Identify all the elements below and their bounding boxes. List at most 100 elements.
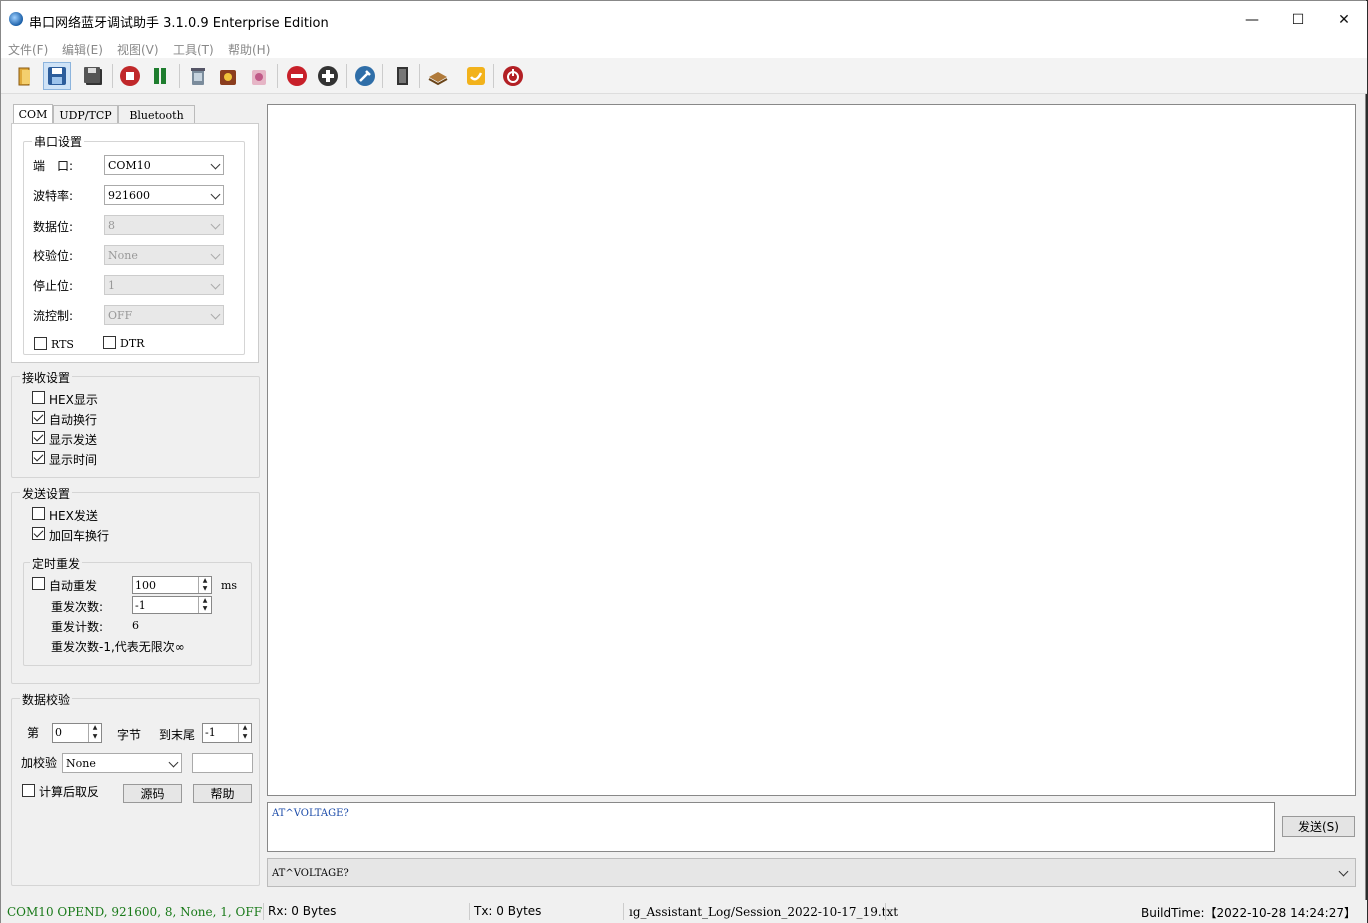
menu-edit[interactable]: 编辑(E) (62, 41, 103, 58)
stopbits-value: 1 (108, 279, 115, 292)
resend-note: 重发次数-1,代表无限次∞ (51, 640, 185, 654)
stopbits-select[interactable]: 1 (104, 275, 224, 295)
databits-select[interactable]: 8 (104, 215, 224, 235)
com-tab-page: 串口设置 端 口: COM10 波特率: 921600 数据位: 8 校验位: … (11, 123, 259, 363)
chevron-down-icon (210, 159, 221, 170)
invert-checkbox[interactable] (22, 784, 35, 797)
menu-help[interactable]: 帮助(H) (228, 41, 270, 58)
rts-label: RTS (51, 338, 74, 351)
checksum-group: 数据校验 第 0 ▲ ▼ 字节 到末尾 -1 ▲ ▼ 加校验 None 计算后取反 源码… (11, 691, 260, 886)
door-icon[interactable] (388, 62, 416, 90)
toolbar-separator (346, 64, 347, 88)
toolbar-separator (419, 64, 420, 88)
show-send-label: 显示发送 (49, 433, 98, 447)
source-button[interactable]: 源码 (123, 784, 182, 803)
baud-value: 921600 (108, 189, 150, 202)
from-value: 0 (55, 726, 62, 739)
menu-tools[interactable]: 工具(T) (173, 41, 214, 58)
check-type-value: None (66, 757, 96, 770)
check-type-select[interactable]: None (62, 753, 182, 773)
remove-icon[interactable] (283, 62, 311, 90)
baud-select[interactable]: 921600 (104, 185, 224, 205)
send-textarea[interactable]: AT^VOLTAGE? (267, 802, 1275, 852)
parity-select[interactable]: None (104, 245, 224, 265)
power-icon[interactable] (499, 62, 527, 90)
about-icon[interactable] (462, 62, 490, 90)
check-result-field[interactable] (192, 753, 253, 773)
send-history-select[interactable]: AT^VOLTAGE? (267, 858, 1356, 887)
book-icon[interactable] (424, 62, 452, 90)
flow-label: 流控制: (33, 309, 74, 323)
toolbar-separator (112, 64, 113, 88)
tab-bluetooth[interactable]: Bluetooth (118, 105, 195, 124)
spin-down-icon[interactable]: ▼ (88, 733, 101, 742)
show-time-label: 显示时间 (49, 453, 98, 467)
count-label: 重发次数: (51, 600, 104, 614)
tab-com[interactable]: COM (13, 104, 53, 124)
to-end-value: -1 (205, 726, 216, 739)
dtr-label: DTR (120, 337, 145, 350)
flow-select[interactable]: OFF (104, 305, 224, 325)
counter-label: 重发计数: (51, 620, 104, 634)
auto-resend-label: 自动重发 (49, 579, 98, 593)
spin-down-icon[interactable]: ▼ (238, 733, 251, 742)
send-button[interactable]: 发送(S) (1282, 816, 1355, 837)
hex-display-label: HEX显示 (49, 393, 98, 407)
auto-resend-checkbox[interactable] (32, 577, 45, 590)
show-send-checkbox[interactable] (32, 431, 45, 444)
status-bar: COM10 OPEND, 921600, 8, None, 1, OFF Rx:… (1, 900, 1367, 923)
spin-up-icon[interactable]: ▲ (88, 724, 101, 733)
checksum-help-button[interactable]: 帮助 (193, 784, 252, 803)
dtr-checkbox[interactable] (103, 336, 116, 349)
byte-label: 字节 (117, 728, 142, 742)
tab-udp-tcp[interactable]: UDP/TCP (53, 105, 118, 124)
hex-display-checkbox[interactable] (32, 391, 45, 404)
recycle-icon[interactable] (214, 62, 242, 90)
open-icon[interactable] (11, 62, 39, 90)
toolbar-separator (179, 64, 180, 88)
pause-icon[interactable] (146, 62, 174, 90)
parity-label: 校验位: (33, 249, 74, 263)
hex-send-checkbox[interactable] (32, 507, 45, 520)
spin-up-icon[interactable]: ▲ (238, 724, 251, 733)
counter-value: 6 (132, 619, 139, 632)
send-history-value: AT^VOLTAGE? (272, 868, 349, 879)
close-button[interactable]: ✕ (1321, 1, 1367, 38)
settings-icon[interactable] (351, 62, 379, 90)
from-label: 第 (27, 726, 40, 740)
clear-icon[interactable] (245, 62, 273, 90)
count-stepper[interactable]: -1 ▲ ▼ (132, 596, 212, 614)
rx-count: Rx: 0 Bytes (268, 904, 337, 918)
stopbits-label: 停止位: (33, 279, 74, 293)
maximize-button[interactable]: ☐ (1275, 1, 1321, 38)
save-all-icon[interactable] (79, 62, 107, 90)
from-stepper[interactable]: 0 ▲ ▼ (52, 723, 102, 743)
port-select[interactable]: COM10 (104, 155, 224, 175)
status-separator (885, 903, 886, 920)
show-time-checkbox[interactable] (32, 451, 45, 464)
menu-file[interactable]: 文件(F) (8, 41, 48, 58)
flow-value: OFF (108, 309, 133, 322)
auto-wrap-checkbox[interactable] (32, 411, 45, 424)
spin-up-icon[interactable]: ▲ (198, 597, 211, 605)
receive-textarea[interactable] (267, 104, 1356, 796)
send-settings-title: 发送设置 (20, 485, 73, 502)
to-end-stepper[interactable]: -1 ▲ ▼ (202, 723, 252, 743)
save-icon[interactable] (43, 62, 71, 90)
spin-down-icon[interactable]: ▼ (198, 585, 211, 593)
spin-up-icon[interactable]: ▲ (198, 577, 211, 585)
trash-icon[interactable] (184, 62, 212, 90)
rts-checkbox[interactable] (34, 337, 47, 350)
stop-icon[interactable] (116, 62, 144, 90)
menu-view[interactable]: 视图(V) (117, 41, 159, 58)
spin-down-icon[interactable]: ▼ (198, 605, 211, 613)
title-bar: 串口网络蓝牙调试助手 3.1.0.9 Enterprise Edition — … (1, 1, 1367, 38)
add-check-label: 加校验 (21, 756, 58, 770)
minimize-button[interactable]: — (1229, 1, 1275, 38)
add-icon[interactable] (314, 62, 342, 90)
auto-wrap-label: 自动换行 (49, 413, 98, 427)
chevron-down-icon (210, 249, 221, 260)
status-separator (263, 903, 264, 920)
add-crlf-checkbox[interactable] (32, 527, 45, 540)
interval-stepper[interactable]: 100 ▲ ▼ (132, 576, 212, 594)
